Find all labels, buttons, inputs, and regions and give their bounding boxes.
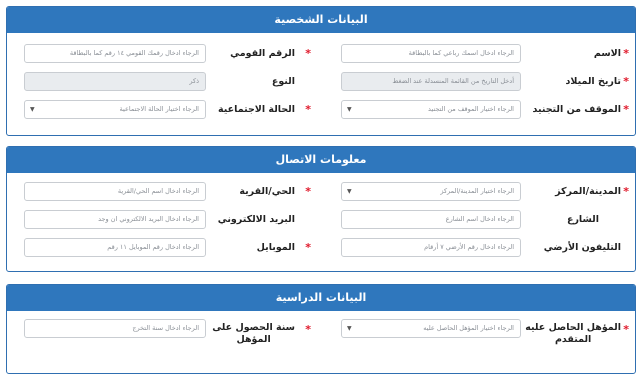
chevron-down-icon: ▼ xyxy=(30,106,35,113)
mobile-label: الموبايل xyxy=(256,242,295,253)
city-select[interactable]: ▼ الرجاء اختيار المدينة/المركز xyxy=(341,182,521,201)
qualification-label-line1: المؤهل الحاصل عليه xyxy=(525,322,621,333)
graduation-year-label-line2: المؤهل xyxy=(236,334,271,345)
graduation-year-label-line1: سنة الحصول على xyxy=(212,322,295,333)
education-info-header: البيانات الدراسية xyxy=(7,285,635,311)
landline-input[interactable]: الرجاء ادخال رقم الأرضي ٧ أرقام xyxy=(341,238,521,257)
email-input[interactable]: الرجاء ادخال البريد الالكتروني ان وجد xyxy=(24,210,206,229)
national-id-input[interactable]: الرجاء ادخال رقمك القومي ١٤ رقم كما بالب… xyxy=(24,44,206,63)
national-id-label: الرقم القومي xyxy=(230,48,295,59)
required-icon: * xyxy=(623,323,629,336)
personal-info-header: البيانات الشخصية xyxy=(7,7,635,33)
marital-status-select[interactable]: ▼ الرجاء اختيار الحالة الاجتماعية xyxy=(24,100,206,119)
education-info-panel: البيانات الدراسية * المؤهل الحاصل عليه ا… xyxy=(6,284,636,374)
birthdate-label: تاريخ الميلاد xyxy=(565,76,621,87)
qualification-select[interactable]: ▼ الرجاء اختيار المؤهل الحاصل عليه xyxy=(341,319,521,338)
graduation-year-input[interactable]: الرجاء ادخال سنة التخرج xyxy=(24,319,206,338)
city-placeholder: الرجاء اختيار المدينة/المركز xyxy=(440,187,514,195)
chevron-down-icon: ▼ xyxy=(347,325,352,332)
gender-label: النوع xyxy=(271,76,295,87)
personal-info-panel: البيانات الشخصية * الاسم الرجاء ادخال اس… xyxy=(6,6,636,136)
qualification-placeholder: الرجاء اختيار المؤهل الحاصل عليه xyxy=(423,324,514,332)
street-label: الشارع xyxy=(566,214,599,225)
qualification-label: المؤهل الحاصل عليه المتقدم xyxy=(525,322,621,346)
landline-label: التليفون الأرضي xyxy=(543,242,621,253)
name-input[interactable]: الرجاء ادخال اسمك رباعي كما بالبطاقة xyxy=(341,44,521,63)
military-status-placeholder: الرجاء اختيار الموقف من التجنيد xyxy=(427,105,514,113)
city-label: المدينة/المركز xyxy=(555,186,621,197)
qualification-label-line2: المتقدم xyxy=(554,334,592,345)
required-icon: * xyxy=(305,323,311,336)
marital-status-label: الحالة الاجتماعية xyxy=(218,104,295,115)
district-label: الحي/القرية xyxy=(239,186,295,197)
chevron-down-icon: ▼ xyxy=(347,106,352,113)
gender-field: ذكر xyxy=(24,72,206,91)
required-icon: * xyxy=(305,103,311,116)
chevron-down-icon: ▼ xyxy=(347,188,352,195)
name-label: الاسم xyxy=(593,48,621,59)
military-status-select[interactable]: ▼ الرجاء اختيار الموقف من التجنيد xyxy=(341,100,521,119)
contact-info-header: معلومات الاتصال xyxy=(7,147,635,173)
birthdate-input[interactable]: أدخل التاريخ من القائمة المنسدلة عند الض… xyxy=(341,72,521,91)
marital-status-placeholder: الرجاء اختيار الحالة الاجتماعية xyxy=(119,105,199,113)
military-status-label: الموقف من التجنيد xyxy=(532,104,621,115)
required-icon: * xyxy=(623,103,629,116)
district-input[interactable]: الرجاء ادخال اسم الحي/القرية xyxy=(24,182,206,201)
mobile-input[interactable]: الرجاء ادخال رقم الموبايل ١١ رقم xyxy=(24,238,206,257)
contact-info-panel: معلومات الاتصال * المدينة/المركز ▼ الرجا… xyxy=(6,146,636,272)
required-icon: * xyxy=(623,185,629,198)
required-icon: * xyxy=(623,47,629,60)
graduation-year-label: سنة الحصول على المؤهل xyxy=(212,322,295,346)
required-icon: * xyxy=(305,185,311,198)
street-input[interactable]: الرجاء ادخال اسم الشارع xyxy=(341,210,521,229)
email-label: البريد الالكتروني xyxy=(217,214,295,225)
required-icon: * xyxy=(305,47,311,60)
required-icon: * xyxy=(305,241,311,254)
required-icon: * xyxy=(623,75,629,88)
